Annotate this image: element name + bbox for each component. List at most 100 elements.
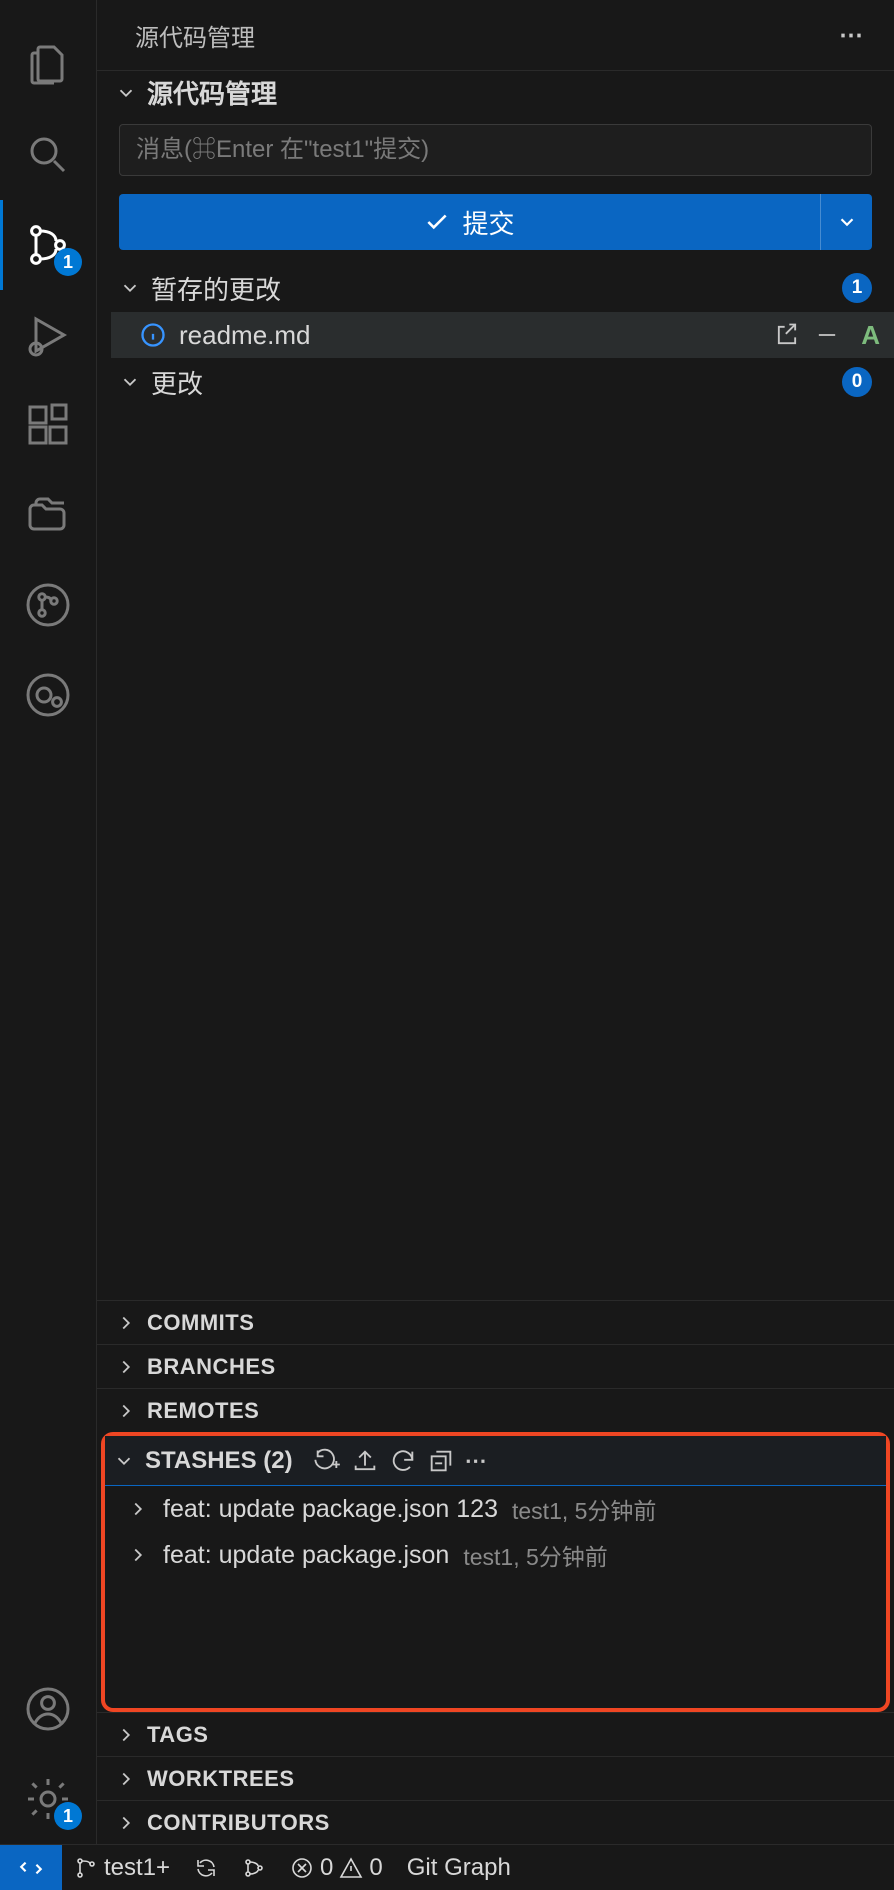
branch-icon	[74, 1856, 98, 1880]
section-stashes[interactable]: STASHES (2) ⋯	[105, 1436, 886, 1486]
activity-folders[interactable]	[0, 470, 96, 560]
stashes-highlight: STASHES (2) ⋯ feat: update package.json …	[101, 1432, 890, 1712]
commit-more-button[interactable]	[820, 194, 872, 250]
scm-section-title: 源代码管理	[147, 74, 277, 111]
chevron-down-icon	[836, 211, 858, 233]
staged-changes-label: 暂存的更改	[151, 270, 281, 307]
file-status-letter: A	[861, 320, 880, 351]
chevron-right-icon	[115, 1812, 137, 1834]
section-contributors[interactable]: CONTRIBUTORS	[97, 1800, 894, 1844]
stash-item[interactable]: feat: update package.json test1, 5分钟前	[105, 1532, 886, 1578]
status-branch[interactable]: test1+	[62, 1845, 182, 1890]
chevron-right-icon	[115, 1768, 137, 1790]
gitlens-icon	[24, 671, 72, 719]
settings-badge: 1	[54, 1802, 82, 1830]
git-branch-circle-icon	[24, 581, 72, 629]
info-icon	[139, 321, 167, 349]
chevron-right-icon	[127, 1544, 149, 1566]
activity-bar: 1 1	[0, 0, 96, 1844]
scm-changes-area: 暂存的更改 1 readme.md A 更改 0	[97, 264, 894, 406]
status-git-graph-label: Git Graph	[407, 1854, 511, 1882]
file-name: readme.md	[179, 320, 311, 351]
chevron-down-icon	[119, 371, 141, 393]
chevron-down-icon	[113, 1450, 135, 1472]
folders-icon	[24, 491, 72, 539]
stash-create-icon[interactable]	[313, 1447, 341, 1475]
status-bar: test1+ 0 0 Git Graph	[0, 1844, 894, 1890]
section-stashes-label: STASHES (2)	[145, 1447, 293, 1475]
chevron-right-icon	[115, 1356, 137, 1378]
collapse-all-icon[interactable]	[427, 1447, 455, 1475]
unstage-icon[interactable]	[813, 321, 841, 349]
section-commits[interactable]: COMMITS	[97, 1300, 894, 1344]
status-branch-name: test1+	[104, 1854, 170, 1882]
status-problems[interactable]: 0 0	[278, 1845, 395, 1890]
section-tags-label: TAGS	[147, 1722, 208, 1748]
account-icon	[24, 1685, 72, 1733]
warning-icon	[339, 1856, 363, 1880]
remote-window-button[interactable]	[0, 1845, 62, 1890]
staged-count-badge: 1	[842, 273, 872, 303]
activity-settings[interactable]: 1	[0, 1754, 96, 1844]
open-file-icon[interactable]	[773, 321, 801, 349]
section-worktrees[interactable]: WORKTREES	[97, 1756, 894, 1800]
panel-title: 源代码管理	[135, 18, 255, 53]
staged-file-row[interactable]: readme.md A	[111, 312, 894, 358]
activity-gitlens[interactable]	[0, 650, 96, 740]
activity-extensions[interactable]	[0, 380, 96, 470]
scm-badge: 1	[54, 248, 82, 276]
section-remotes-label: REMOTES	[147, 1398, 259, 1424]
changes-label: 更改	[151, 364, 203, 401]
stash-message: feat: update package.json 123	[163, 1495, 498, 1524]
commit-message-input[interactable]	[119, 124, 872, 176]
stash-meta: test1, 5分钟前	[512, 1492, 656, 1526]
scm-section-header[interactable]: 源代码管理	[97, 70, 894, 114]
stash-apply-icon[interactable]	[351, 1447, 379, 1475]
scm-body: 提交	[97, 114, 894, 250]
chevron-down-icon	[115, 82, 137, 104]
refresh-icon[interactable]	[389, 1447, 417, 1475]
chevron-down-icon	[119, 277, 141, 299]
section-remotes[interactable]: REMOTES	[97, 1388, 894, 1432]
scm-panel: 源代码管理 ⋯ 源代码管理 提交 暂存的更改	[96, 0, 894, 1844]
activity-debug[interactable]	[0, 290, 96, 380]
activity-account[interactable]	[0, 1664, 96, 1754]
panel-title-row: 源代码管理 ⋯	[97, 0, 894, 70]
check-icon	[424, 209, 450, 235]
stash-item[interactable]: feat: update package.json 123 test1, 5分钟…	[105, 1486, 886, 1532]
status-errors-count: 0	[320, 1854, 333, 1882]
status-sync[interactable]	[182, 1845, 230, 1890]
status-graph-button[interactable]	[230, 1845, 278, 1890]
section-branches-label: BRANCHES	[147, 1354, 276, 1380]
changes-count-badge: 0	[842, 367, 872, 397]
error-icon	[290, 1856, 314, 1880]
remote-icon	[18, 1855, 44, 1881]
changes-header[interactable]: 更改 0	[111, 358, 894, 406]
stash-message: feat: update package.json	[163, 1541, 449, 1570]
status-warnings-count: 0	[369, 1854, 382, 1882]
chevron-right-icon	[115, 1400, 137, 1422]
commit-button[interactable]: 提交	[119, 194, 820, 250]
chevron-right-icon	[115, 1724, 137, 1746]
panel-more-button[interactable]: ⋯	[839, 21, 866, 50]
graph-icon	[242, 1856, 266, 1880]
activity-explorer[interactable]	[0, 20, 96, 110]
activity-scm[interactable]: 1	[0, 200, 96, 290]
debug-icon	[24, 311, 72, 359]
stashes-more-button[interactable]: ⋯	[465, 1448, 490, 1474]
section-branches[interactable]: BRANCHES	[97, 1344, 894, 1388]
section-contributors-label: CONTRIBUTORS	[147, 1810, 330, 1836]
commit-button-label: 提交	[462, 204, 514, 241]
activity-search[interactable]	[0, 110, 96, 200]
activity-git-branch[interactable]	[0, 560, 96, 650]
section-commits-label: COMMITS	[147, 1310, 254, 1336]
chevron-right-icon	[115, 1312, 137, 1334]
section-worktrees-label: WORKTREES	[147, 1766, 295, 1792]
search-icon	[24, 131, 72, 179]
extensions-icon	[24, 401, 72, 449]
chevron-right-icon	[127, 1498, 149, 1520]
section-tags[interactable]: TAGS	[97, 1712, 894, 1756]
status-git-graph[interactable]: Git Graph	[395, 1845, 523, 1890]
staged-changes-header[interactable]: 暂存的更改 1	[111, 264, 894, 312]
files-icon	[24, 41, 72, 89]
